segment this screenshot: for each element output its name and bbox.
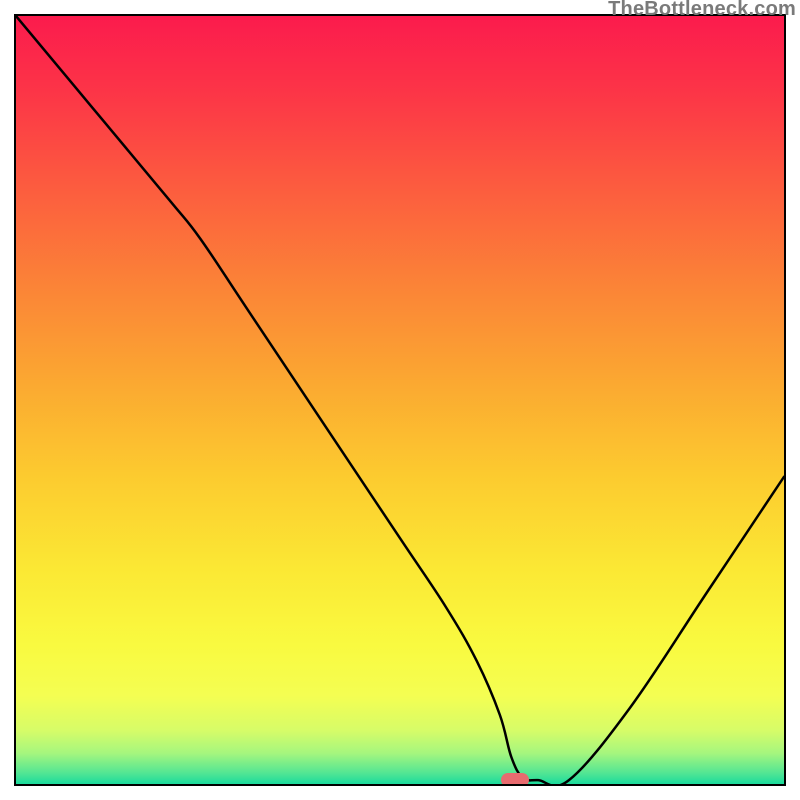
watermark-text: TheBottleneck.com bbox=[608, 0, 796, 21]
chart-container: TheBottleneck.com bbox=[0, 0, 800, 800]
plot-area bbox=[14, 14, 786, 786]
bottleneck-curve bbox=[16, 16, 784, 784]
optimal-marker bbox=[501, 773, 529, 786]
